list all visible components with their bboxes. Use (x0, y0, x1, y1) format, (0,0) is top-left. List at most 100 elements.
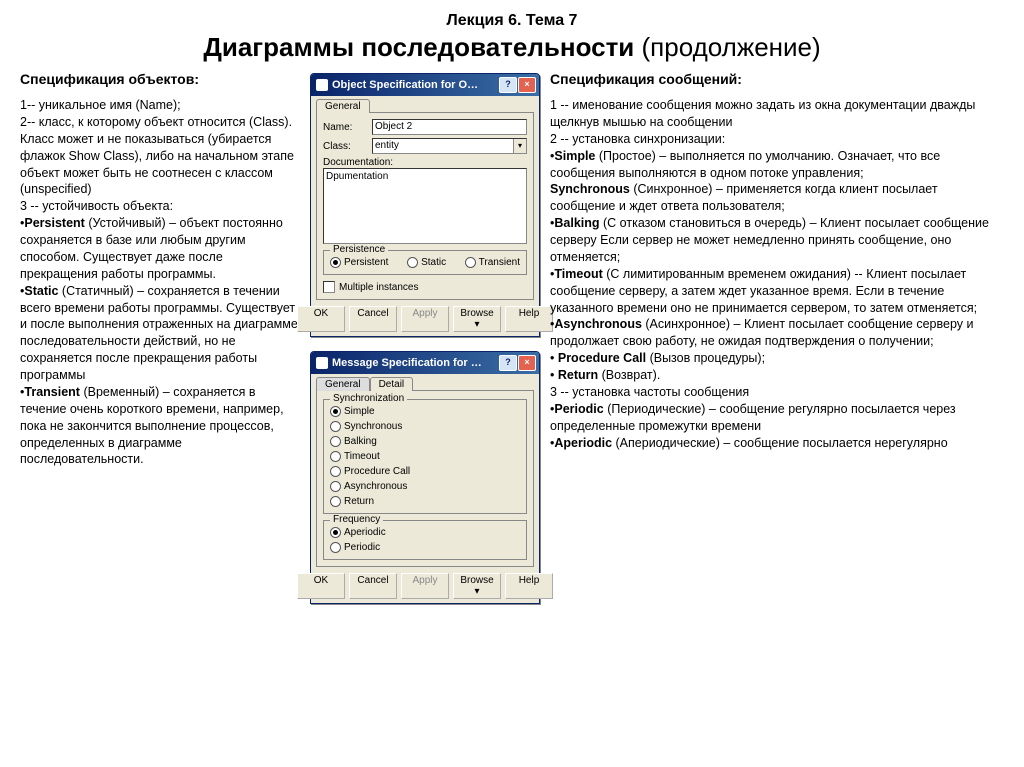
object-spec-dialog: Object Specification for O… ? × General … (310, 73, 540, 337)
l-p5b: (Статичный) – сохраняется в течении всег… (20, 284, 298, 382)
radio-balking[interactable]: Balking (330, 436, 520, 447)
r-7a: Asynchronous (554, 317, 642, 331)
title-bold: Диаграммы последовательности (203, 32, 634, 62)
persistence-title: Persistence (330, 244, 388, 255)
radio-icon (330, 466, 341, 477)
cancel-button[interactable]: Cancel (349, 306, 397, 332)
header: Лекция 6. Тема 7 Диаграммы последователь… (20, 12, 1004, 63)
tab-detail[interactable]: Detail (370, 377, 414, 391)
ok-button[interactable]: OK (297, 573, 345, 599)
help-icon[interactable]: ? (499, 355, 517, 371)
multiple-instances-check[interactable]: Multiple instances (323, 281, 527, 293)
r-5a: Balking (554, 216, 599, 230)
browse-button[interactable]: Browse ▾ (453, 306, 501, 332)
radio-icon (330, 257, 341, 268)
radio-icon (465, 257, 476, 268)
browse-button[interactable]: Browse ▾ (453, 573, 501, 599)
dlg1-title: Object Specification for O… (332, 79, 499, 91)
apply-button[interactable]: Apply (401, 306, 449, 332)
dlg2-title: Message Specification for … (332, 357, 499, 369)
radio-persistent[interactable]: Persistent (330, 257, 388, 268)
messages-body: 1 -- именование сообщения можно задать и… (550, 97, 1004, 451)
r-8a: Procedure Call (558, 351, 646, 365)
freq-title: Frequency (330, 514, 383, 525)
r-2: 2 -- установка синхронизации: (550, 132, 725, 146)
message-spec-dialog: Message Specification for … ? × General … (310, 351, 540, 604)
right-column: Спецификация сообщений: 1 -- именование … (550, 71, 1004, 604)
close-icon[interactable]: × (518, 77, 536, 93)
radio-synchronous[interactable]: Synchronous (330, 421, 520, 432)
main-title: Диаграммы последовательности (продолжени… (20, 32, 1004, 63)
radio-periodic[interactable]: Periodic (330, 542, 520, 553)
l-p1: 1-- уникальное имя (Name); (20, 98, 181, 112)
class-label: Class: (323, 141, 368, 152)
l-p5a: Static (24, 284, 58, 298)
chevron-down-icon: ▾ (513, 139, 526, 153)
ok-button[interactable]: OK (297, 306, 345, 332)
r-3a: Simple (554, 149, 595, 163)
r-6b: (С лимитированным временем ожидания) -- … (550, 267, 977, 315)
radio-icon (330, 496, 341, 507)
cancel-button[interactable]: Cancel (349, 573, 397, 599)
r-5b: (С отказом становиться в очередь) – Клие… (550, 216, 989, 264)
radio-icon (330, 481, 341, 492)
radio-timeout[interactable]: Timeout (330, 451, 520, 462)
r-3b: (Простое) – выполняется по умолчанию. Оз… (550, 149, 940, 180)
class-value: entity (373, 139, 513, 153)
r-4a: Synchronous (550, 182, 630, 196)
dlg1-titlebar: Object Specification for O… ? × (311, 74, 539, 96)
l-p2: 2-- класс, к которому объект относится (… (20, 115, 294, 197)
r-9b: (Возврат). (598, 368, 660, 382)
dialog-column: Object Specification for O… ? × General … (310, 71, 540, 604)
lecture-label: Лекция 6. Тема 7 (20, 12, 1004, 30)
r-12a: Aperiodic (554, 436, 612, 450)
persistence-group: Persistence Persistent Static Transient (323, 250, 527, 275)
radio-icon (330, 406, 341, 417)
help-button[interactable]: Help (505, 306, 553, 332)
r-8b: (Вызов процедуры); (646, 351, 765, 365)
radio-icon (330, 436, 341, 447)
sync-title: Synchronization (330, 393, 407, 404)
name-input[interactable]: Object 2 (372, 119, 527, 135)
l-p6a: Transient (24, 385, 80, 399)
apply-button[interactable]: Apply (401, 573, 449, 599)
objects-body: 1-- уникальное имя (Name); 2-- класс, к … (20, 97, 300, 468)
radio-static[interactable]: Static (407, 257, 446, 268)
checkbox-icon (323, 281, 335, 293)
synchronization-group: Synchronization Simple Synchronous Balki… (323, 399, 527, 514)
tab-general[interactable]: General (316, 99, 370, 113)
app-icon (316, 357, 328, 369)
objects-heading: Спецификация объектов: (20, 71, 300, 87)
l-p4a: Persistent (24, 216, 84, 230)
radio-return[interactable]: Return (330, 496, 520, 507)
radio-procedure-call[interactable]: Procedure Call (330, 466, 520, 477)
radio-icon (407, 257, 418, 268)
radio-aperiodic[interactable]: Aperiodic (330, 527, 520, 538)
r-9a: Return (558, 368, 598, 382)
doc-textarea[interactable]: Dpumentation (323, 168, 527, 244)
r-11b: (Периодические) – сообщение регулярно по… (550, 402, 956, 433)
radio-transient[interactable]: Transient (465, 257, 520, 268)
radio-asynchronous[interactable]: Asynchronous (330, 481, 520, 492)
app-icon (316, 79, 328, 91)
tab-general[interactable]: General (316, 377, 370, 391)
help-button[interactable]: Help (505, 573, 553, 599)
radio-icon (330, 451, 341, 462)
l-p3: 3 -- устойчивость объекта: (20, 199, 173, 213)
radio-simple[interactable]: Simple (330, 406, 520, 417)
r-1: 1 -- именование сообщения можно задать и… (550, 98, 975, 129)
frequency-group: Frequency Aperiodic Periodic (323, 520, 527, 560)
doc-label: Documentation: (323, 157, 527, 168)
help-icon[interactable]: ? (499, 77, 517, 93)
name-label: Name: (323, 122, 368, 133)
messages-heading: Спецификация сообщений: (550, 71, 1004, 87)
dlg2-titlebar: Message Specification for … ? × (311, 352, 539, 374)
title-rest: (продолжение) (634, 32, 820, 62)
r-11a: Periodic (554, 402, 603, 416)
r-10: 3 -- установка частоты сообщения (550, 385, 749, 399)
radio-icon (330, 542, 341, 553)
r-12b: (Апериодические) – сообщение посылается … (612, 436, 948, 450)
class-combo[interactable]: entity ▾ (372, 138, 527, 154)
radio-icon (330, 527, 341, 538)
close-icon[interactable]: × (518, 355, 536, 371)
